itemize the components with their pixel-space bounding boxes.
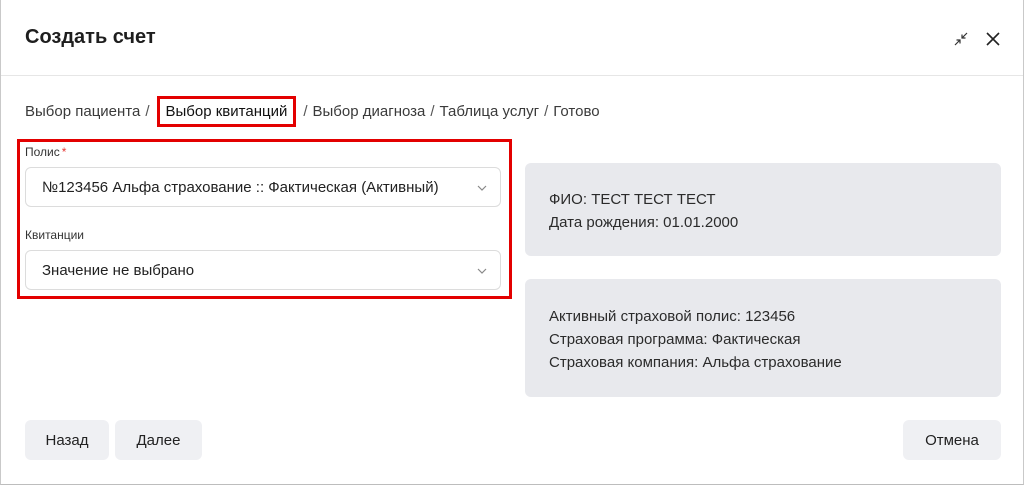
step-services-table[interactable]: Таблица услуг xyxy=(440,103,540,120)
step-select-patient[interactable]: Выбор пациента xyxy=(25,103,140,120)
policy-info-panel: Активный страховой полис: 123456 Страхов… xyxy=(525,279,1001,397)
step-select-receipts[interactable]: Выбор квитанций xyxy=(156,96,297,127)
policy-label-text: Полис xyxy=(25,145,60,159)
create-invoice-dialog: Создать счет Выбор пациента / Выбор квитан… xyxy=(0,0,1024,485)
patient-birth-date: Дата рождения: 01.01.2000 xyxy=(549,214,739,231)
chevron-down-icon xyxy=(477,185,487,191)
patient-info-panel: ФИО: ТЕСТ ТЕСТ ТЕСТ Дата рождения: 01.01… xyxy=(525,163,1001,256)
close-icon xyxy=(986,32,1000,46)
step-done[interactable]: Готово xyxy=(553,103,599,120)
next-button[interactable]: Далее xyxy=(115,420,202,460)
policy-label: Полис * xyxy=(25,145,66,159)
close-button[interactable] xyxy=(983,28,1003,50)
patient-name: ФИО: ТЕСТ ТЕСТ ТЕСТ xyxy=(549,191,716,208)
receipts-select[interactable]: Значение не выбрано xyxy=(25,250,501,290)
policy-select-value: №123456 Альфа страхование :: Фактическая… xyxy=(42,178,439,196)
insurance-company: Страховая компания: Альфа страхование xyxy=(549,354,842,371)
insurance-program: Страховая программа: Фактическая xyxy=(549,331,801,348)
wizard-steps: Выбор пациента / Выбор квитанций / Выбор диа… xyxy=(25,96,600,127)
required-mark: * xyxy=(61,145,67,159)
collapse-button[interactable] xyxy=(951,28,971,50)
receipts-label: Квитанции xyxy=(25,228,85,242)
dialog-title: Создать счет xyxy=(25,26,156,48)
receipts-select-value: Значение не выбрано xyxy=(42,261,195,279)
step-select-diagnosis[interactable]: Выбор диагноза xyxy=(313,103,426,120)
step-separator: / xyxy=(303,103,308,120)
step-separator: / xyxy=(544,103,549,120)
chevron-down-icon xyxy=(477,268,487,274)
back-button[interactable]: Назад xyxy=(25,420,109,460)
step-separator: / xyxy=(430,103,435,120)
step-separator: / xyxy=(145,103,150,120)
dialog-header: Создать счет xyxy=(1,0,1023,76)
active-policy: Активный страховой полис: 123456 xyxy=(549,308,796,325)
policy-select[interactable]: №123456 Альфа страхование :: Фактическая… xyxy=(25,167,501,207)
collapse-arrows-icon xyxy=(954,32,968,46)
cancel-button[interactable]: Отмена xyxy=(903,420,1001,460)
